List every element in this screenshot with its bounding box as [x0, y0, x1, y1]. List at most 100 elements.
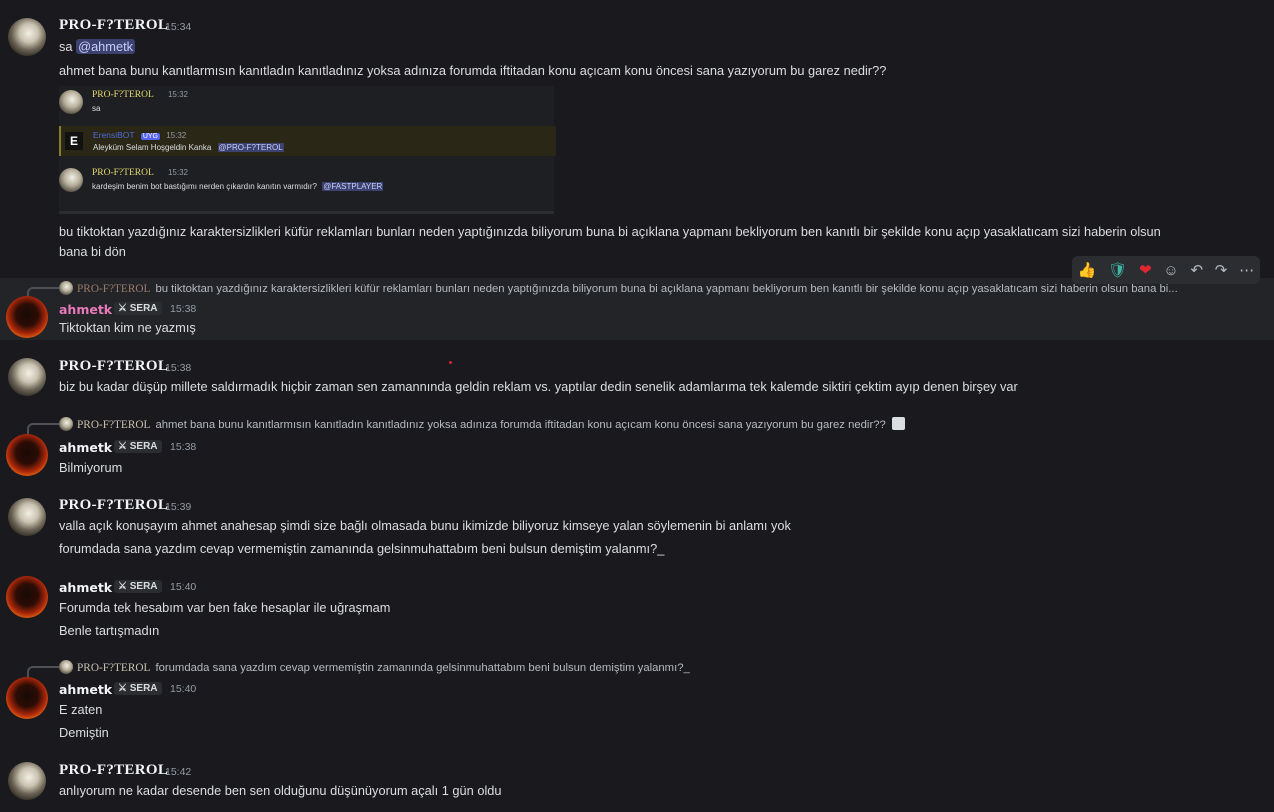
text-prefix: sa — [59, 39, 77, 54]
reply-username: PRO-F?TEROL — [77, 662, 151, 674]
attached-image[interactable]: PRO-F?TEROL 15:32 sa E ErensiBOT UYG 15:… — [59, 86, 556, 214]
bot-avatar: E — [65, 132, 83, 150]
shield-check-emoji[interactable]: 🛡 — [1108, 261, 1127, 279]
message-text: Forumda tek hesabım var ben fake hesapla… — [59, 600, 391, 615]
forward-icon[interactable]: ↷ — [1215, 261, 1228, 279]
username[interactable]: PRO-F?TEROL — [59, 497, 168, 514]
message-text: sa @ahmetk — [59, 39, 136, 54]
user-mention[interactable]: @ahmetk — [76, 39, 136, 54]
avatar[interactable] — [8, 762, 46, 800]
username[interactable]: ahmetk — [59, 580, 112, 595]
more-icon[interactable]: ⋯ — [1239, 261, 1254, 279]
avatar[interactable] — [8, 18, 46, 56]
embed-row: PRO-F?TEROL 15:32 — [92, 90, 188, 100]
avatar[interactable] — [8, 498, 46, 536]
message-action-bar: 👍 🛡 ❤ ☺ ↶ ↷ ⋯ — [1072, 256, 1260, 284]
role-tag-label: SERA — [129, 683, 158, 694]
avatar[interactable] — [6, 296, 48, 338]
heart-emoji[interactable]: ❤ — [1139, 261, 1152, 279]
role-tag: ⚔ SERA — [114, 440, 162, 453]
embed-text: sa — [92, 104, 101, 113]
embed-row: PRO-F?TEROL 15:32 — [92, 168, 188, 178]
embed-divider — [59, 211, 554, 214]
role-tag-label: SERA — [129, 581, 158, 592]
reply-preview[interactable]: PRO-F?TEROL forumdada sana yazdım cevap v… — [59, 660, 690, 674]
message-group-hovered[interactable]: PRO-F?TEROL bu tiktoktan yazdığınız karak… — [0, 278, 1274, 340]
image-attachment-icon — [891, 417, 905, 430]
message-group: PRO-F?TEROL 15:38 biz bu kadar düşüp mil… — [0, 340, 1274, 400]
reply-connector — [27, 666, 59, 678]
timestamp: 15:39 — [165, 501, 192, 513]
role-tag-label: SERA — [129, 441, 158, 452]
embed-time: 15:32 — [167, 168, 189, 177]
reply-avatar — [59, 417, 73, 431]
role-tag: ⚔ SERA — [114, 682, 162, 695]
bot-message: Aleyküm Selam Hoşgeldin Kanka — [93, 143, 212, 152]
avatar[interactable] — [6, 677, 48, 719]
embed-username: PRO-F?TEROL — [92, 90, 154, 100]
message-text: forumdada sana yazdım cevap vermemiştin … — [59, 541, 665, 556]
thumbs-up-emoji[interactable]: 👍 — [1078, 261, 1097, 279]
avatar[interactable] — [6, 576, 48, 618]
reply-connector — [27, 423, 59, 435]
timestamp: 15:40 — [170, 683, 197, 695]
username[interactable]: PRO-F?TEROL — [59, 17, 168, 34]
timestamp: 15:38 — [170, 303, 197, 315]
timestamp: 15:42 — [165, 766, 192, 778]
embed-avatar — [59, 90, 83, 114]
bot-mention: @PRO-F?TEROL — [217, 143, 284, 152]
username[interactable]: ahmetk — [59, 302, 112, 317]
embed-message: kardeşim benim bot bastığımı nerden çıka… — [92, 182, 317, 191]
role-tag: ⚔ SERA — [114, 580, 162, 593]
timestamp: 15:34 — [165, 21, 192, 33]
message-text: E zaten — [59, 702, 103, 717]
reply-avatar — [59, 281, 73, 295]
message-text: bu tiktoktan yazdığınız karaktersizlikle… — [59, 224, 1161, 239]
message-text: Tiktoktan kim ne yazmış — [59, 320, 196, 335]
username[interactable]: PRO-F?TEROL — [59, 762, 168, 779]
role-tag: ⚔ SERA — [114, 302, 162, 315]
embed-username: PRO-F?TEROL — [92, 168, 154, 178]
avatar[interactable] — [8, 358, 46, 396]
bot-text: Aleyküm Selam Hoşgeldin Kanka @PRO-F?TER… — [93, 143, 284, 152]
message-text: Bilmiyorum — [59, 460, 123, 475]
cursor-dot — [449, 361, 452, 364]
reply-avatar — [59, 660, 73, 674]
role-tag-label: SERA — [129, 303, 158, 314]
message-group: PRO-F?TEROL 15:39 valla açık konuşayım a… — [0, 480, 1274, 560]
bot-name: ErensiBOT — [93, 130, 135, 140]
message-text: bana bi dön — [59, 244, 126, 259]
bot-header: ErensiBOT UYG 15:32 — [93, 130, 186, 140]
reply-icon[interactable]: ↶ — [1190, 261, 1203, 279]
embed-mention: @FASTPLAYER — [322, 182, 384, 191]
embed-time: 15:32 — [167, 90, 189, 99]
reply-username: PRO-F?TEROL — [77, 419, 151, 431]
reply-text: bu tiktoktan yazdığınız karaktersizlikle… — [155, 283, 1178, 295]
username[interactable]: PRO-F?TEROL — [59, 358, 168, 375]
message-text: anlıyorum ne kadar desende ben sen olduğ… — [59, 783, 502, 798]
username[interactable]: ahmetk — [59, 682, 112, 697]
bot-badge: UYG — [140, 133, 160, 140]
message-group: PRO-F?TEROL ahmet bana bunu kanıtlarmısın… — [0, 414, 1274, 484]
avatar[interactable] — [6, 434, 48, 476]
reply-text: forumdada sana yazdım cevap vermemiştin … — [155, 662, 690, 674]
message-text: ahmet bana bunu kanıtlarmısın kanıtladın… — [59, 63, 887, 78]
message-group: PRO-F?TEROL forumdada sana yazdım cevap v… — [0, 657, 1274, 747]
bot-time: 15:32 — [166, 131, 187, 140]
reply-username: PRO-F?TEROL — [77, 283, 151, 295]
reply-text: ahmet bana bunu kanıtlarmısın kanıtladın… — [155, 419, 886, 431]
timestamp: 15:38 — [165, 362, 192, 374]
message-group: PRO-F?TEROL 15:42 anlıyorum ne kadar des… — [0, 744, 1274, 812]
add-reaction-icon[interactable]: ☺ — [1163, 262, 1178, 279]
embed-avatar — [59, 168, 83, 192]
embed-bot-row: E ErensiBOT UYG 15:32 Aleyküm Selam Hoşg… — [59, 126, 556, 156]
message-text: Benle tartışmadın — [59, 623, 160, 638]
timestamp: 15:38 — [170, 441, 197, 453]
message-text: valla açık konuşayım ahmet anahesap şimd… — [59, 518, 791, 533]
username[interactable]: ahmetk — [59, 440, 112, 455]
reply-preview[interactable]: PRO-F?TEROL ahmet bana bunu kanıtlarmısın… — [59, 417, 905, 431]
message-text: biz bu kadar düşüp millete saldırmadık h… — [59, 379, 1018, 394]
message-group: PRO-F?TEROL 15:34 sa @ahmetk ahmet bana … — [0, 0, 1274, 270]
message-group: ahmetk ⚔ SERA 15:40 Forumda tek hesabım … — [0, 562, 1274, 642]
timestamp: 15:40 — [170, 581, 197, 593]
